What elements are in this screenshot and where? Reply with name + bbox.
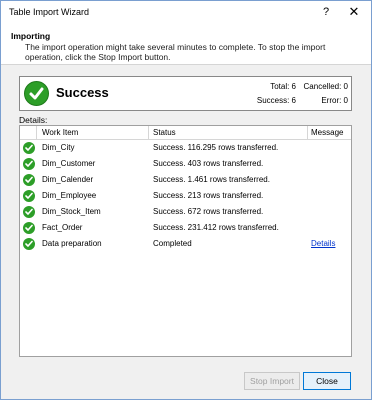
table-row[interactable]: Dim_Stock_Item Success. 672 rows transfe… xyxy=(20,204,351,220)
status-cell: Success. 403 rows transferred. xyxy=(153,159,264,168)
success-check-icon xyxy=(23,222,35,234)
table-row[interactable]: Dim_Employee Success. 213 rows transferr… xyxy=(20,188,351,204)
column-header-work-item[interactable]: Work Item xyxy=(42,128,78,137)
close-button[interactable]: Close xyxy=(303,372,351,390)
details-table: Work Item Status Message Dim_City Succes… xyxy=(19,125,352,357)
work-item-cell: Dim_City xyxy=(42,143,75,152)
work-item-cell: Data preparation xyxy=(42,239,102,248)
header-description: The import operation might take several … xyxy=(25,42,326,62)
status-cell: Success. 672 rows transferred. xyxy=(153,207,264,216)
details-label: Details: xyxy=(19,115,48,125)
work-item-cell: Dim_Calender xyxy=(42,175,94,184)
window-title: Table Import Wizard xyxy=(9,7,90,17)
column-header-status[interactable]: Status xyxy=(153,128,176,137)
column-header-message[interactable]: Message xyxy=(311,128,343,137)
status-summary: Success Total: 6 Cancelled: 0 Success: 6… xyxy=(19,76,352,111)
help-icon[interactable]: ? xyxy=(319,3,333,21)
column-separator xyxy=(307,126,308,139)
total-count: Total: 6 xyxy=(270,82,296,91)
work-item-cell: Dim_Employee xyxy=(42,191,97,200)
stop-import-button[interactable]: Stop Import xyxy=(244,372,300,390)
success-check-icon xyxy=(24,81,49,106)
close-icon[interactable]: ✕ xyxy=(345,3,363,21)
wizard-header: Importing The import operation might tak… xyxy=(1,25,371,65)
table-row[interactable]: Dim_Calender Success. 1.461 rows transfe… xyxy=(20,172,351,188)
success-check-icon xyxy=(23,142,35,154)
table-row[interactable]: Fact_Order Success. 231.412 rows transfe… xyxy=(20,220,351,236)
table-row[interactable]: Dim_Customer Success. 403 rows transferr… xyxy=(20,156,351,172)
cancelled-count: Cancelled: 0 xyxy=(303,82,348,91)
table-row[interactable]: Data preparation Completed Details xyxy=(20,236,351,252)
success-check-icon xyxy=(23,190,35,202)
status-cell: Success. 213 rows transferred. xyxy=(153,191,264,200)
details-link[interactable]: Details xyxy=(311,239,335,248)
work-item-cell: Dim_Customer xyxy=(42,159,96,168)
title-bar: Table Import Wizard ? ✕ xyxy=(1,1,371,25)
success-check-icon xyxy=(23,158,35,170)
error-count: Error: 0 xyxy=(321,96,348,105)
success-count: Success: 6 xyxy=(256,96,296,105)
status-label: Success xyxy=(56,85,109,100)
status-cell: Completed xyxy=(153,239,192,248)
success-check-icon xyxy=(23,238,35,250)
table-import-wizard-window: Table Import Wizard ? ✕ Importing The im… xyxy=(0,0,372,400)
table-header: Work Item Status Message xyxy=(20,126,351,140)
work-item-cell: Fact_Order xyxy=(42,223,83,232)
work-item-cell: Dim_Stock_Item xyxy=(42,207,101,216)
status-cell: Success. 116.295 rows transferred. xyxy=(153,143,279,152)
header-title: Importing xyxy=(11,31,51,41)
column-separator xyxy=(148,126,149,139)
success-check-icon xyxy=(23,174,35,186)
status-cell: Success. 231.412 rows transferred. xyxy=(153,223,279,232)
status-cell: Success. 1.461 rows transferred. xyxy=(153,175,270,184)
table-row[interactable]: Dim_City Success. 116.295 rows transferr… xyxy=(20,140,351,156)
success-check-icon xyxy=(23,206,35,218)
column-separator xyxy=(36,126,37,139)
